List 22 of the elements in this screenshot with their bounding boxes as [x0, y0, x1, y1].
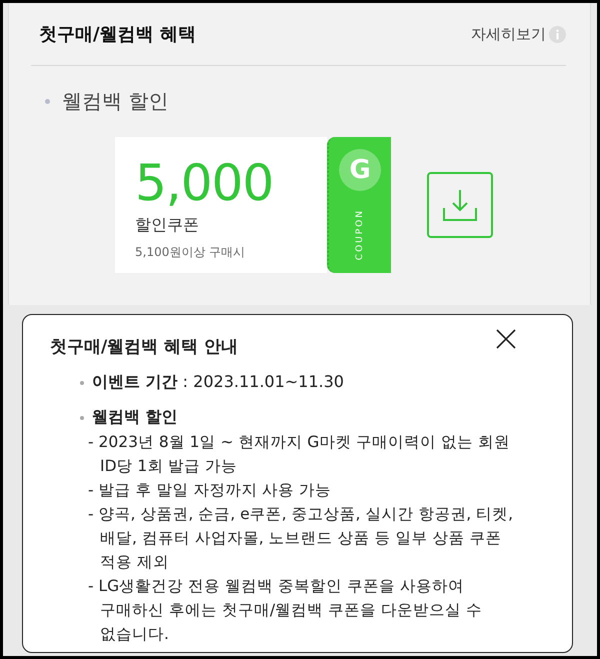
coupon-condition: 5,100원이상 구매시 [135, 244, 246, 261]
close-icon [496, 329, 516, 349]
section-title: 웰컴백 할인 [62, 88, 168, 115]
coupon-name: 할인쿠폰 [135, 215, 200, 236]
bullet-dot [80, 416, 84, 420]
bullet-dot [45, 99, 50, 104]
popup-title: 첫구매/웰컴백 혜택 안내 [50, 336, 238, 358]
detail-link[interactable]: 자세히보기 [471, 24, 566, 44]
benefit-note: - 2023년 8월 1일 ~ 현재까지 G마켓 구매이력이 없는 회원 ID당 1회 발급 가능 [88, 432, 512, 477]
benefit-note: - 발급 후 말일 자정까지 사용 가능 [88, 480, 332, 501]
close-button[interactable] [494, 327, 518, 351]
benefit-title: 웰컴백 할인 [92, 407, 178, 428]
coupon-logo: G [339, 149, 381, 191]
coupon-amount: 5,000 [135, 155, 274, 211]
benefit-note: - LG생활건강 전용 웰컴백 중복할인 쿠폰을 사용하여 구매하신 후에는 첫구매/웰컴백 쿠폰을 다운받으실 수 없습니다. [88, 576, 483, 645]
event-period: 이벤트 기간 : 2023.11.01~11.30 [92, 372, 344, 393]
info-icon [549, 26, 566, 42]
download-icon [442, 188, 478, 222]
panel-title: 첫구매/웰컴백 혜택 [38, 23, 196, 46]
coupon-label: COUPON [355, 209, 365, 260]
bullet-dot [80, 380, 84, 384]
benefit-note: - 양곡, 상품권, 순금, e쿠폰, 중고상품, 실시간 항공권, 티켓, 배달, 컴퓨터 사업자몰, 노브랜드 상품 등 일부 상품 쿠폰 적용 제외 [88, 504, 514, 573]
